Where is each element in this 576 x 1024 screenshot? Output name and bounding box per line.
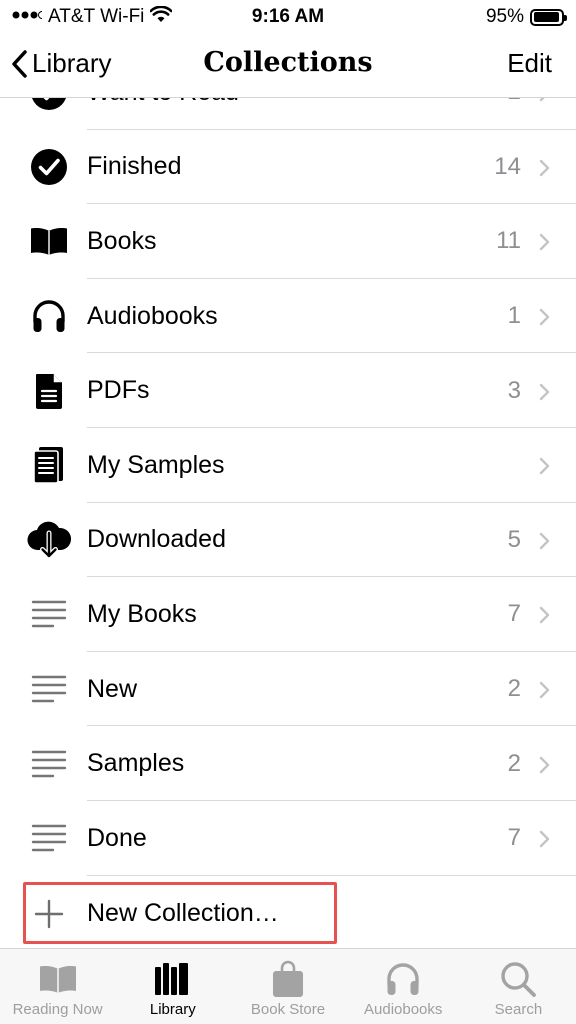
collection-label: Finished <box>87 152 182 181</box>
list-lines-icon <box>26 666 72 712</box>
collection-row[interactable]: My Samples <box>0 428 576 503</box>
navigation-bar: Library Collections Edit <box>0 34 576 98</box>
collection-label: Downloaded <box>87 525 226 554</box>
collection-label: Books <box>87 226 157 255</box>
shopping-bag-icon <box>271 959 305 999</box>
open-book-icon <box>38 959 78 999</box>
chevron-right-icon <box>539 681 550 704</box>
list-lines-icon <box>26 741 72 787</box>
tab-bar: Reading Now Library Book Store Audiobooks Se… <box>0 948 576 1024</box>
chevron-right-icon <box>539 457 550 480</box>
collection-row[interactable]: My Books 7 <box>0 577 576 652</box>
tab-label: Search <box>494 1001 543 1018</box>
headphones-icon <box>384 959 422 999</box>
list-lines-icon <box>26 591 72 637</box>
tab-label: Library <box>149 1001 196 1018</box>
collection-count: 2 <box>507 749 521 777</box>
collection-label: My Books <box>87 599 197 628</box>
document-icon <box>26 368 72 414</box>
collection-label: My Samples <box>87 450 225 479</box>
checkmark-circle-icon <box>26 144 72 190</box>
library-books-icon <box>153 959 193 999</box>
carrier-text: AT&T Wi-Fi <box>48 6 145 27</box>
headphones-icon <box>26 293 72 339</box>
collections-list[interactable]: Want to Read2Finished14Books11Audiobooks… <box>0 55 576 948</box>
collection-label: New <box>87 674 138 703</box>
search-icon <box>499 959 537 999</box>
chevron-right-icon <box>539 756 550 779</box>
tab-label: Audiobooks <box>364 1001 443 1018</box>
status-bar: AT&T Wi-Fi 9:16 AM 95% <box>0 0 576 34</box>
tab-audiobooks[interactable]: Audiobooks <box>346 949 461 1024</box>
edit-button[interactable]: Edit <box>507 48 552 79</box>
chevron-right-icon <box>539 830 550 853</box>
chevron-right-icon <box>539 233 550 256</box>
collection-count: 14 <box>494 152 521 180</box>
collection-label: Audiobooks <box>87 301 218 330</box>
chevron-right-icon <box>539 606 550 629</box>
battery-icon <box>530 8 567 26</box>
new-collection-label: New Collection… <box>87 898 279 927</box>
tab-book-store[interactable]: Book Store <box>230 949 345 1024</box>
collection-row[interactable]: Done 7 <box>0 801 576 876</box>
signal-icon <box>12 6 46 28</box>
collection-row[interactable]: Downloaded 5 <box>0 503 576 578</box>
collection-row[interactable]: Finished 14 <box>0 130 576 205</box>
wifi-icon <box>149 5 173 29</box>
collection-count: 7 <box>507 824 521 852</box>
battery-level <box>533 12 560 22</box>
collection-count: 1 <box>507 302 521 330</box>
status-right: 95% <box>485 6 567 28</box>
back-button[interactable]: Library <box>10 48 111 79</box>
chevron-right-icon <box>539 159 550 182</box>
status-left: AT&T Wi-Fi <box>12 5 173 29</box>
collection-label: Samples <box>87 749 185 778</box>
chevron-left-icon <box>12 49 27 78</box>
collection-count: 2 <box>507 675 521 703</box>
samples-icon <box>26 442 72 488</box>
collection-label: PDFs <box>87 376 150 405</box>
collection-count: 11 <box>496 227 521 255</box>
collection-count: 7 <box>507 600 521 628</box>
collection-row[interactable]: PDFs 3 <box>0 353 576 428</box>
chevron-right-icon <box>539 308 550 331</box>
chevron-right-icon <box>539 383 550 406</box>
tab-label: Book Store <box>250 1001 326 1018</box>
tab-library[interactable]: Library <box>115 949 230 1024</box>
back-label: Library <box>32 48 112 78</box>
collection-row[interactable]: Books 11 <box>0 204 576 279</box>
tab-label: Reading Now <box>12 1001 103 1018</box>
plus-icon <box>34 899 64 929</box>
list-lines-icon <box>26 815 72 861</box>
cloud-download-icon <box>26 517 72 563</box>
open-book-icon <box>26 218 72 264</box>
chevron-right-icon <box>539 532 550 555</box>
battery-percent: 95% <box>485 6 524 27</box>
collection-count: 3 <box>507 376 521 404</box>
collection-count: 5 <box>507 525 521 553</box>
collection-row[interactable]: Audiobooks 1 <box>0 279 576 354</box>
new-collection-row[interactable]: New Collection… <box>0 876 576 948</box>
collection-label: Done <box>87 823 147 852</box>
collection-row[interactable]: New 2 <box>0 652 576 727</box>
tab-reading-now[interactable]: Reading Now <box>0 949 115 1024</box>
tab-search[interactable]: Search <box>461 949 576 1024</box>
collection-row[interactable]: Samples 2 <box>0 726 576 801</box>
